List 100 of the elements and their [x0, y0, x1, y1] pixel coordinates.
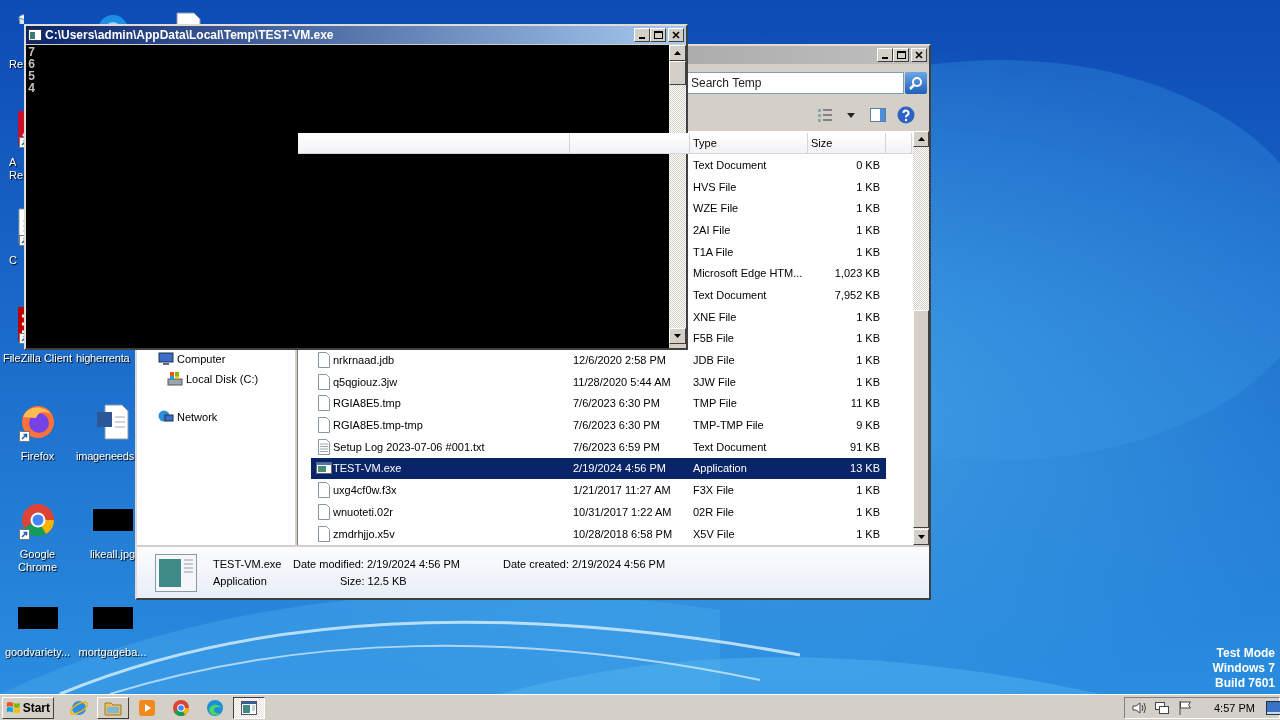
date-cell: 7/6/2023 6:59 PM [573, 440, 660, 453]
window-title: C:\Users\admin\AppData\Local\Temp\TEST-VM.exe [45, 28, 335, 42]
size-cell: 1 KB [856, 223, 880, 236]
file-row[interactable]: zmdrhjjo.x5v 10/28/2018 6:58 PM X5V File 1 KB [311, 522, 886, 545]
type-cell: Text Document [693, 158, 767, 171]
size-cell: 1 KB [856, 245, 880, 258]
size-cell: 11 KB [850, 397, 880, 410]
type-cell: XNE File [693, 310, 737, 323]
icon-label[interactable]: higherrenta [75, 352, 130, 365]
file-row[interactable]: q5qgiouz.3jw 11/28/2020 5:44 AM 3JW File 1 KB [311, 370, 886, 393]
file-name: nrkrnaad.jdb [333, 354, 395, 367]
file-row[interactable]: Text Document 7,952 KB [690, 284, 886, 306]
type-cell: 3JW File [693, 375, 736, 388]
file-row[interactable]: 2AI File 1 KB [690, 219, 886, 241]
search-field[interactable]: Search Temp [687, 72, 904, 94]
file-row[interactable]: TEST-VM.exe 2/19/2024 4:56 PM Application 13 KB [311, 457, 886, 480]
size-cell: 1 KB [856, 527, 880, 540]
date-cell: 7/6/2023 6:30 PM [573, 419, 660, 432]
size-cell: 7,952 KB [834, 288, 880, 301]
date-modified: Date modified: 2/19/2024 4:56 PM [293, 558, 461, 570]
size-cell: 1 KB [856, 375, 880, 388]
file-row[interactable]: Microsoft Edge HTM... 1,023 KB [690, 262, 886, 285]
size-cell: 9 KB [856, 419, 880, 432]
file-row[interactable]: Text Document 0 KB [690, 154, 886, 176]
system-notice-line: Windows 7 [1212, 661, 1275, 676]
type-cell: TMP File [693, 397, 737, 410]
file-row[interactable]: XNE File 1 KB [690, 305, 886, 328]
date-cell: 2/19/2024 4:56 PM [573, 462, 666, 475]
console-line: 7 [28, 47, 37, 59]
type-cell: Text Document [693, 288, 767, 301]
type-cell: Application [693, 462, 747, 475]
type-cell: 2AI File [693, 223, 731, 236]
icon-label[interactable]: imageneeds [75, 450, 134, 463]
date-cell: 7/6/2023 6:30 PM [573, 397, 660, 410]
icon-label[interactable]: likeall.jpg [89, 548, 136, 561]
nav-item[interactable]: Local Disk (C:) [186, 373, 259, 385]
file-name: RGIA8E5.tmp [333, 397, 401, 410]
console-line: 6 [28, 59, 37, 71]
date-cell: 1/21/2017 11:27 AM [573, 484, 671, 497]
size-cell: 13 KB [850, 462, 880, 475]
system-notice-line: Test Mode [1215, 646, 1275, 661]
type-cell: X5V File [693, 527, 735, 540]
file-row[interactable]: RGIA8E5.tmp 7/6/2023 6:30 PM TMP File 11 KB [311, 392, 886, 415]
file-name: uxg4cf0w.f3x [333, 484, 397, 497]
size-cell: 1 KB [856, 505, 880, 518]
date-cell: 12/6/2020 2:58 PM [573, 354, 666, 367]
type-cell: Text Document [693, 440, 767, 453]
clock[interactable]: 4:57 PM [1214, 701, 1255, 714]
file-row[interactable]: WZE File 1 KB [690, 197, 886, 220]
type-cell: HVS File [693, 180, 737, 193]
file-row[interactable]: F5B File 1 KB [690, 327, 886, 350]
size-cell: 1 KB [856, 484, 880, 497]
type-cell: T1A File [693, 245, 734, 258]
system-notice-line: Build 7601 [1213, 676, 1275, 691]
icon-label[interactable]: Firefox [20, 450, 55, 463]
type-cell: F3X File [693, 484, 734, 497]
file-row[interactable]: HVS File 1 KB [690, 175, 886, 198]
console-line: 5 [28, 71, 37, 83]
file-name: TEST-VM.exe [333, 462, 402, 475]
nav-item[interactable]: Computer [177, 353, 226, 365]
icon-label[interactable]: Re [0, 58, 24, 71]
icon-label[interactable]: goodvariety... [4, 646, 71, 659]
file-name: Setup Log 2023-07-06 #001.txt [333, 440, 485, 453]
date-cell: 10/31/2017 1:22 AM [573, 505, 672, 518]
size-cell: 1 KB [856, 332, 880, 345]
file-row[interactable]: RGIA8E5.tmp-tmp 7/6/2023 6:30 PM TMP-TMP File 9 KB [311, 414, 886, 436]
icon-label[interactable]: C [0, 254, 17, 267]
file-name: TEST-VM.exe [213, 558, 283, 570]
date-cell: 10/28/2018 6:58 PM [573, 527, 673, 540]
type-cell: TMP-TMP File [693, 419, 764, 432]
file-type: Application [213, 575, 268, 587]
type-cell: 02R File [693, 505, 734, 518]
file-row[interactable]: uxg4cf0w.f3x 1/21/2017 11:27 AM F3X File 1 KB [311, 479, 886, 501]
column-header[interactable]: Size [808, 133, 886, 153]
size-cell: 1 KB [856, 310, 880, 323]
type-cell: JDB File [693, 354, 735, 367]
file-row[interactable]: nrkrnaad.jdb 12/6/2020 2:58 PM JDB File 1 KB [311, 349, 886, 371]
start-button[interactable]: Start [2, 696, 54, 719]
icon-label[interactable]: Google Chrome [17, 548, 58, 574]
date-cell: 11/28/2020 5:44 AM [573, 375, 671, 388]
file-name: wnuoteti.02r [333, 505, 393, 518]
file-name: q5qgiouz.3jw [333, 375, 398, 388]
file-row[interactable]: T1A File 1 KB [690, 240, 886, 263]
date-created: Date created: 2/19/2024 4:56 PM [503, 558, 666, 570]
size-cell: 0 KB [856, 158, 880, 171]
type-cell: WZE File [693, 202, 739, 215]
nav-item[interactable]: Network [177, 411, 218, 423]
size-cell: 1 KB [856, 180, 880, 193]
size-cell: 1 KB [856, 354, 880, 367]
type-cell: F5B File [693, 332, 734, 345]
file-size: Size: 12.5 KB [339, 575, 408, 587]
icon-label[interactable]: FileZilla Client [2, 352, 73, 365]
column-header[interactable]: Type [690, 133, 808, 153]
size-cell: 91 KB [850, 440, 880, 453]
icon-label[interactable]: A Re [0, 156, 24, 182]
file-row[interactable]: wnuoteti.02r 10/31/2017 1:22 AM 02R File 1 KB [311, 501, 886, 523]
console-line: 4 [28, 83, 37, 95]
type-cell: Microsoft Edge HTM... [693, 267, 803, 280]
file-row[interactable]: Setup Log 2023-07-06 #001.txt 7/6/2023 6:59 PM Text Document 91 KB [311, 435, 886, 458]
file-name: RGIA8E5.tmp-tmp [333, 419, 423, 432]
